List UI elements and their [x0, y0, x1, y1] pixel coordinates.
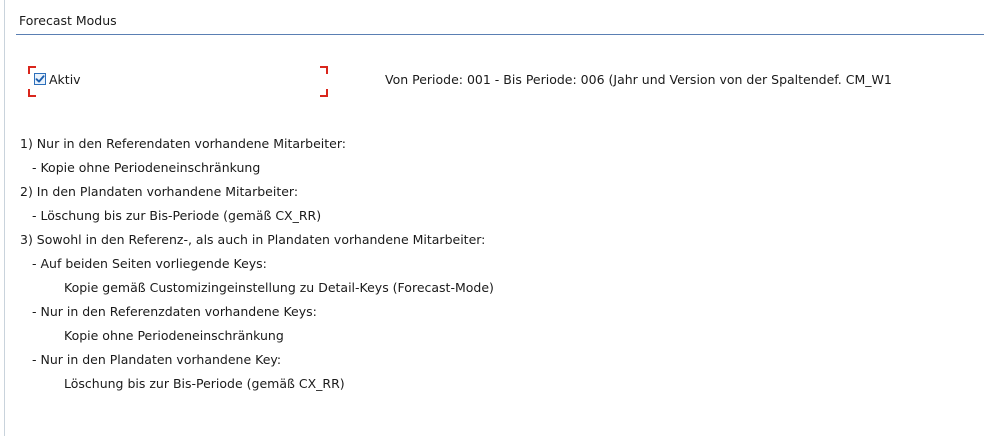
rule-line: Kopie ohne Periodeneinschränkung: [64, 328, 284, 343]
rule-line: - Kopie ohne Periodeneinschränkung: [32, 160, 261, 175]
rule-line: 1) Nur in den Referendaten vorhandene Mi…: [20, 136, 347, 151]
forecast-mode-group: Forecast Modus Aktiv Von Periode: 001 - …: [16, 8, 984, 436]
group-header: Forecast Modus: [16, 10, 984, 35]
active-checkbox-label[interactable]: Aktiv: [49, 72, 81, 87]
rule-line: Löschung bis zur Bis-Periode (gemäß CX_R…: [64, 376, 345, 391]
left-border: [4, 0, 5, 436]
rule-line: 2) In den Plandaten vorhandene Mitarbeit…: [20, 184, 299, 199]
checkmark-icon: [35, 75, 45, 83]
active-checkbox[interactable]: [34, 73, 46, 85]
rule-line: - Nur in den Referenzdaten vorhandene Ke…: [32, 304, 317, 319]
focus-marker-bottom-right: [320, 89, 328, 97]
rule-line: - Auf beiden Seiten vorliegende Keys:: [32, 256, 267, 271]
rule-line: - Nur in den Plandaten vorhandene Key:: [32, 352, 282, 367]
rule-line: 3) Sowohl in den Referenz-, als auch in …: [20, 232, 486, 247]
group-title: Forecast Modus: [19, 13, 117, 28]
focus-marker-top-right: [320, 66, 328, 74]
focus-marker-bottom-left: [28, 89, 36, 97]
active-checkbox-row: Aktiv Von Periode: 001 - Bis Periode: 00…: [16, 63, 984, 103]
rule-line: - Löschung bis zur Bis-Periode (gemäß CX…: [32, 208, 322, 223]
period-range-info: Von Periode: 001 - Bis Periode: 006 (Jah…: [385, 72, 892, 87]
rule-line: Kopie gemäß Customizingeinstellung zu De…: [64, 280, 494, 295]
